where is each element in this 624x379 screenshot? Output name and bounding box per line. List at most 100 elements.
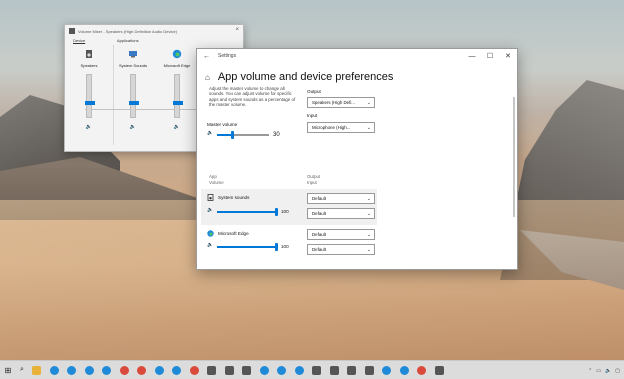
- output-label: Output: [307, 89, 321, 94]
- app-speaker-icon[interactable]: 🔈: [207, 242, 213, 248]
- file-explorer-taskbar-icon[interactable]: [28, 361, 46, 379]
- scrollbar[interactable]: [513, 97, 515, 217]
- app-taskbar-icon[interactable]: [238, 361, 256, 379]
- mixer-column-label: System Sounds: [118, 63, 147, 68]
- app-taskbar-icon[interactable]: [221, 361, 239, 379]
- mixer-slider-thumb[interactable]: [173, 101, 183, 105]
- page-header: ⌂ App volume and device preferences: [205, 71, 393, 83]
- system-sounds-icon: [129, 51, 137, 58]
- edge-icon: [207, 230, 214, 237]
- close-button[interactable]: ✕: [499, 49, 517, 63]
- taskbar-apps: [28, 361, 448, 379]
- app-volume-thumb[interactable]: [275, 208, 278, 216]
- edge-taskbar-icon[interactable]: [63, 361, 81, 379]
- page-description: Adjust the master volume to change all s…: [209, 86, 296, 108]
- mixer-slider-edge[interactable]: [173, 74, 183, 118]
- mixer-slider-thumb[interactable]: [129, 101, 139, 105]
- edge-taskbar-icon[interactable]: [378, 361, 396, 379]
- mute-speaker-icon[interactable]: 🔈: [86, 124, 92, 130]
- app-volume-value: 100: [281, 244, 289, 249]
- app-output-dropdown[interactable]: Default ⌄: [307, 229, 375, 240]
- start-button[interactable]: ⊞: [0, 361, 16, 379]
- mixer-column-label: Speakers: [80, 63, 98, 68]
- volume-icon[interactable]: 🔈: [605, 368, 611, 374]
- output-device-dropdown[interactable]: Speakers (High Defi... ⌄: [307, 97, 375, 108]
- app-volume-fill: [217, 211, 277, 213]
- app-volume-value: 100: [281, 209, 289, 214]
- edge-taskbar-icon[interactable]: [81, 361, 99, 379]
- edge-taskbar-icon[interactable]: [168, 361, 186, 379]
- input-device-value: Microphone (High...: [312, 125, 351, 130]
- search-icon[interactable]: ⌕: [16, 361, 28, 379]
- app-output-dropdown[interactable]: Default ⌄: [307, 193, 375, 204]
- chrome-taskbar-icon[interactable]: [116, 361, 134, 379]
- app-name: System sounds: [218, 195, 250, 200]
- chevron-down-icon: ⌄: [366, 211, 371, 217]
- app-volume-slider-edge[interactable]: [217, 243, 278, 251]
- master-volume-slider[interactable]: [217, 131, 269, 139]
- master-volume-value: 30: [273, 132, 280, 138]
- speaker-device-icon: [86, 50, 92, 58]
- chevron-down-icon: ⌄: [366, 196, 371, 202]
- input-column-header: Input: [307, 180, 317, 185]
- mixer-slider-thumb[interactable]: [85, 101, 95, 105]
- maximize-button[interactable]: ☐: [481, 49, 499, 63]
- mixer-column-edge: Microsoft Edge 🔈: [157, 49, 197, 130]
- app-volume-thumb[interactable]: [275, 243, 278, 251]
- app-input-dropdown[interactable]: Default ⌄: [307, 244, 375, 255]
- app-input-dropdown[interactable]: Default ⌄: [307, 208, 375, 219]
- window-controls: — ☐ ✕: [463, 49, 517, 63]
- master-volume-label: Master volume: [207, 122, 238, 127]
- app-volume-fill: [217, 246, 277, 248]
- chrome-taskbar-icon[interactable]: [186, 361, 204, 379]
- chevron-down-icon: ⌄: [366, 232, 371, 238]
- mute-speaker-icon[interactable]: 🔈: [174, 124, 180, 130]
- mixer-slider-speakers[interactable]: [85, 74, 95, 118]
- edge-taskbar-icon[interactable]: [273, 361, 291, 379]
- chrome-taskbar-icon[interactable]: [133, 361, 151, 379]
- master-volume-thumb[interactable]: [231, 131, 234, 139]
- system-sounds-icon: [207, 194, 214, 201]
- master-speaker-icon[interactable]: 🔈: [207, 130, 213, 136]
- mixer-app-icon: [69, 28, 75, 34]
- minimize-button[interactable]: —: [463, 49, 481, 63]
- edge-taskbar-icon[interactable]: [256, 361, 274, 379]
- app-output-value: Default: [312, 232, 326, 237]
- app-speaker-icon[interactable]: 🔈: [207, 207, 213, 213]
- mixer-close-button[interactable]: ×: [235, 27, 239, 33]
- edge-taskbar-icon[interactable]: [291, 361, 309, 379]
- app-taskbar-icon[interactable]: [326, 361, 344, 379]
- app-taskbar-icon[interactable]: [361, 361, 379, 379]
- output-device-value: Speakers (High Defi...: [312, 100, 355, 105]
- app-input-value: Default: [312, 247, 326, 252]
- edge-taskbar-icon[interactable]: [46, 361, 64, 379]
- mixer-slider-system-sounds[interactable]: [129, 74, 139, 118]
- app-taskbar-icon[interactable]: [308, 361, 326, 379]
- app-taskbar-icon[interactable]: [203, 361, 221, 379]
- app-taskbar-icon[interactable]: [431, 361, 449, 379]
- chevron-down-icon: ⌄: [366, 100, 371, 106]
- edge-taskbar-icon[interactable]: [396, 361, 414, 379]
- mixer-column-label: Microsoft Edge: [163, 63, 191, 68]
- system-tray: ⌃ ▭ 🔈 ▢: [588, 361, 620, 379]
- back-arrow-icon[interactable]: ←: [203, 53, 210, 60]
- volume-column-header: Volume: [209, 180, 224, 185]
- mute-speaker-icon[interactable]: 🔈: [130, 124, 136, 130]
- edge-taskbar-icon[interactable]: [151, 361, 169, 379]
- network-icon[interactable]: ▭: [596, 368, 601, 374]
- mixer-column-system-sounds: System Sounds 🔈: [113, 49, 153, 130]
- chrome-taskbar-icon[interactable]: [413, 361, 431, 379]
- app-taskbar-icon[interactable]: [343, 361, 361, 379]
- app-input-value: Default: [312, 211, 326, 216]
- settings-window: ← Settings — ☐ ✕ ⌂ App volume and device…: [196, 48, 518, 270]
- input-device-dropdown[interactable]: Microphone (High... ⌄: [307, 122, 375, 133]
- edge-icon: [172, 49, 182, 59]
- chevron-up-icon[interactable]: ⌃: [588, 368, 592, 374]
- home-icon[interactable]: ⌂: [205, 73, 210, 82]
- app-volume-slider-system-sounds[interactable]: [217, 208, 278, 216]
- mixer-device-label: Device: [73, 38, 86, 43]
- notification-icon[interactable]: ▢: [615, 368, 620, 374]
- edge-taskbar-icon[interactable]: [98, 361, 116, 379]
- chevron-down-icon: ⌄: [366, 125, 371, 131]
- mixer-titlebar: Volume Mixer - Speakers (High Definition…: [65, 25, 243, 37]
